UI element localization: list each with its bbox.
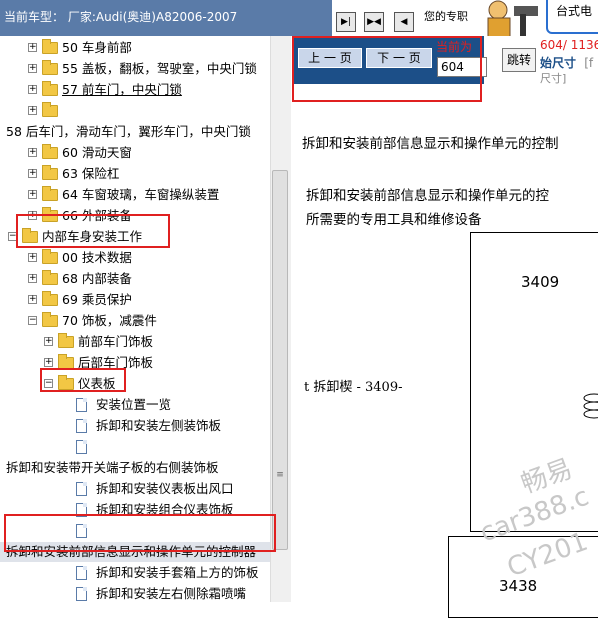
- tree-item[interactable]: +50 车身前部: [0, 38, 270, 58]
- notice-text: 您的专职: [424, 10, 468, 23]
- expand-icon[interactable]: +: [28, 148, 37, 157]
- size-label-text: 始尺寸: [540, 56, 577, 70]
- folder-icon: [42, 144, 58, 159]
- document-icon: [76, 440, 87, 454]
- tree-item[interactable]: 安装位置一览: [0, 395, 270, 415]
- folder-icon: [42, 312, 58, 327]
- document-icon: [76, 419, 87, 433]
- split-icon[interactable]: ▶◀: [364, 12, 384, 32]
- tree-item-label: 拆卸和安装手套箱上方的饰板: [96, 565, 259, 580]
- folder-icon: [42, 39, 58, 54]
- document-icon: [76, 566, 87, 580]
- brand-badge: 台式电: [546, 0, 598, 34]
- expand-icon[interactable]: +: [44, 337, 53, 346]
- folder-icon: [42, 270, 58, 285]
- tree-item-label: 58 后车门，滑动车门，翼形车门，中央门锁: [6, 124, 251, 139]
- highlight-box: [16, 214, 170, 248]
- expand-icon[interactable]: +: [28, 274, 37, 283]
- prev-icon[interactable]: ◀: [394, 12, 414, 32]
- first-page-icon[interactable]: ▶|: [336, 12, 356, 32]
- tree-item[interactable]: 拆卸和安装手套箱上方的饰板: [0, 563, 270, 583]
- tree-item[interactable]: 拆卸和安装左右侧除霜喷嘴: [0, 584, 270, 602]
- highlight-box: [4, 514, 276, 552]
- page-count: 604/ 1136: [540, 38, 598, 52]
- current-model-label: 当前车型： 厂家:Audi(奥迪)A82006-2007: [0, 0, 332, 36]
- tree-item[interactable]: 拆卸和安装仪表板出风口: [0, 479, 270, 499]
- document-icon: [76, 398, 87, 412]
- expand-icon[interactable]: +: [44, 358, 53, 367]
- doc-heading: 拆卸和安装前部信息显示和操作单元的控制: [302, 136, 559, 152]
- folder-icon: [42, 60, 58, 75]
- jump-button[interactable]: 跳转: [502, 48, 536, 72]
- doc-subheading: 拆卸和安装前部信息显示和操作单元的控: [306, 188, 549, 204]
- size-unit: 尺寸]: [540, 72, 567, 85]
- expand-icon[interactable]: +: [28, 85, 37, 94]
- tree-item-label: 57 前车门，中央门锁: [62, 82, 182, 97]
- tree-item-label: 64 车窗玻璃，车窗操纵装置: [62, 187, 220, 202]
- tool-drawing-icon: [580, 392, 598, 422]
- size-label: 始尺寸 [f: [540, 54, 593, 71]
- tree-item-label: 拆卸和安装左右侧除霜喷嘴: [96, 586, 247, 601]
- tree-item[interactable]: +68 内部装备: [0, 269, 270, 289]
- expand-icon[interactable]: +: [28, 295, 37, 304]
- tree-item[interactable]: +60 滑动天窗: [0, 143, 270, 163]
- size-extra: [f: [584, 56, 594, 70]
- grip-icon: ≡: [276, 470, 284, 480]
- tree-item-label: 55 盖板，翻板，驾驶室，中央门锁: [62, 61, 257, 76]
- tree-item[interactable]: 拆卸和安装带开关端子板的右侧装饰板: [0, 458, 270, 478]
- tree-item[interactable]: − 70 饰板，减震件: [0, 311, 270, 331]
- tree-item-label: 70 饰板，减震件: [62, 313, 157, 328]
- tree-item[interactable]: 58 后车门，滑动车门，翼形车门，中央门锁: [0, 122, 270, 142]
- folder-icon: [42, 291, 58, 306]
- tree-item-label: 拆卸和安装左侧装饰板: [96, 418, 222, 433]
- tree-item[interactable]: +63 保险杠: [0, 164, 270, 184]
- tree-item[interactable]: [0, 437, 270, 457]
- expand-icon[interactable]: +: [28, 64, 37, 73]
- tree-scroll-thumb[interactable]: [272, 170, 288, 550]
- tool-line: t 拆卸楔 - 3409-: [304, 380, 403, 395]
- document-icon: [76, 587, 87, 601]
- folder-icon: [58, 333, 74, 348]
- folder-icon: [42, 249, 58, 264]
- tree-item[interactable]: +57 前车门，中央门锁: [0, 80, 270, 100]
- tree-item-label: 安装位置一览: [96, 397, 172, 412]
- tree-item-label: 60 滑动天窗: [62, 145, 132, 160]
- folder-icon: [42, 102, 58, 117]
- tree-item[interactable]: +: [0, 101, 270, 121]
- expand-icon[interactable]: +: [28, 43, 37, 52]
- tree-item-label: 拆卸和安装仪表板出风口: [96, 481, 234, 496]
- document-icon: [76, 482, 87, 496]
- tree-item-label: 69 乘员保护: [62, 292, 132, 307]
- tree-item-label: 63 保险杠: [62, 166, 120, 181]
- expand-icon[interactable]: +: [28, 169, 37, 178]
- tree-item[interactable]: +00 技术数据: [0, 248, 270, 268]
- folder-icon: [42, 186, 58, 201]
- folder-icon: [42, 81, 58, 96]
- tree-item[interactable]: + 前部车门饰板: [0, 332, 270, 352]
- tree-item[interactable]: 拆卸和安装左侧装饰板: [0, 416, 270, 436]
- tree-item[interactable]: +55 盖板，翻板，驾驶室，中央门锁: [0, 59, 270, 79]
- highlight-box: [40, 368, 126, 392]
- tree-item-label: 68 内部装备: [62, 271, 132, 286]
- folder-icon: [42, 165, 58, 180]
- figure-label: 3409: [521, 273, 560, 291]
- collapse-icon[interactable]: −: [28, 316, 37, 325]
- doc-tools-heading: 所需要的专用工具和维修设备: [306, 212, 482, 228]
- highlight-box: [292, 36, 482, 102]
- expand-icon[interactable]: +: [28, 106, 37, 115]
- tree-item-label: 50 车身前部: [62, 40, 132, 55]
- tree-item[interactable]: +64 车窗玻璃，车窗操纵装置: [0, 185, 270, 205]
- expand-icon[interactable]: +: [28, 190, 37, 199]
- tree-item-label: 00 技术数据: [62, 250, 132, 265]
- tree-item[interactable]: +69 乘员保护: [0, 290, 270, 310]
- tree-item-label: 拆卸和安装带开关端子板的右侧装饰板: [6, 460, 219, 475]
- expand-icon[interactable]: +: [28, 253, 37, 262]
- tree-item-label: 前部车门饰板: [78, 334, 154, 349]
